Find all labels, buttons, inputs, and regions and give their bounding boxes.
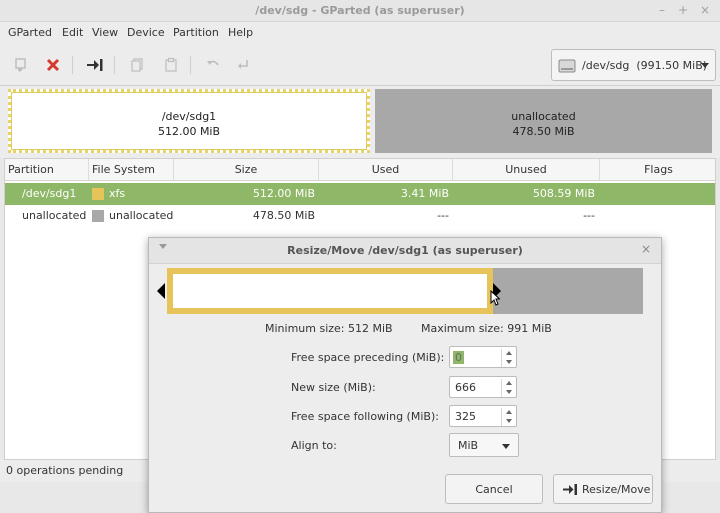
increment-icon[interactable] <box>504 349 514 358</box>
apply-icon[interactable] <box>232 54 254 76</box>
toolbar-separator <box>190 56 191 74</box>
fs-color-swatch <box>92 210 104 222</box>
delete-icon[interactable] <box>42 54 64 76</box>
graph-partition-sdg1[interactable]: /dev/sdg1 512.00 MiB <box>8 89 370 153</box>
status-text: 0 operations pending <box>6 464 124 477</box>
graph-unallocated-name: unallocated <box>511 110 576 123</box>
column-size[interactable]: Size <box>174 159 319 181</box>
spinner-divider <box>501 349 502 367</box>
spinner-divider <box>501 408 502 426</box>
align-to-value: MiB <box>458 439 479 452</box>
free-space-following-label: Free space following (MiB): <box>291 410 439 423</box>
minimum-size-label: Minimum size: 512 MiB <box>265 322 393 335</box>
table-row[interactable]: unallocated unallocated 478.50 MiB --- -… <box>5 205 715 227</box>
column-flags[interactable]: Flags <box>600 159 717 181</box>
new-size-label: New size (MiB): <box>291 381 376 394</box>
align-to-label: Align to: <box>291 439 337 452</box>
column-used[interactable]: Used <box>319 159 453 181</box>
device-selector[interactable]: /dev/sdg (991.50 MiB) <box>551 49 716 81</box>
menu-device[interactable]: Device <box>127 26 165 39</box>
menu-edit[interactable]: Edit <box>62 26 83 39</box>
menu-bar: GParted Edit View Device Partition Help <box>0 22 720 44</box>
resize-partition-block[interactable] <box>167 268 493 314</box>
decrement-icon[interactable] <box>504 417 514 426</box>
maximize-icon[interactable]: + <box>676 3 690 17</box>
new-size-value: 666 <box>455 381 476 394</box>
toolbar: /dev/sdg (991.50 MiB) <box>0 44 720 86</box>
dialog-title: Resize/Move /dev/sdg1 (as superuser) <box>287 244 523 257</box>
row-filesystem: unallocated <box>109 209 174 222</box>
spinner-divider <box>501 379 502 397</box>
free-space-following-value: 325 <box>455 410 476 423</box>
align-to-select[interactable]: MiB <box>449 433 519 457</box>
chevron-down-icon <box>502 444 510 449</box>
graph-partition-name: /dev/sdg1 <box>161 110 217 123</box>
resize-visual-bar[interactable] <box>157 268 643 314</box>
menu-partition[interactable]: Partition <box>173 26 219 39</box>
increment-icon[interactable] <box>504 408 514 417</box>
device-label: /dev/sdg (991.50 MiB) <box>582 59 708 72</box>
table-row[interactable]: /dev/sdg1 xfs 512.00 MiB 3.41 MiB 508.59… <box>5 183 715 205</box>
row-unused: --- <box>583 209 595 222</box>
resize-move-icon <box>563 484 577 495</box>
minimize-icon[interactable]: – <box>655 3 669 17</box>
graph-partition-size: 512.00 MiB <box>157 125 221 138</box>
new-partition-icon[interactable] <box>10 54 32 76</box>
resize-move-button[interactable]: Resize/Move <box>553 474 653 504</box>
column-unused[interactable]: Unused <box>453 159 600 181</box>
toolbar-separator <box>114 56 115 74</box>
partition-graph: /dev/sdg1 512.00 MiB unallocated 478.50 … <box>0 86 720 158</box>
free-space-preceding-value: 0 <box>453 351 464 364</box>
menu-gparted[interactable]: GParted <box>8 26 52 39</box>
copy-icon[interactable] <box>126 54 148 76</box>
row-size: 512.00 MiB <box>252 187 315 200</box>
disk-icon <box>558 59 576 73</box>
undo-icon[interactable] <box>202 54 224 76</box>
increment-icon[interactable] <box>504 379 514 388</box>
row-partition: unallocated <box>22 209 87 222</box>
row-filesystem: xfs <box>109 187 126 200</box>
graph-unallocated[interactable]: unallocated 478.50 MiB <box>375 89 712 153</box>
column-partition[interactable]: Partition <box>5 159 89 181</box>
toolbar-separator <box>72 56 73 74</box>
row-used: 3.41 MiB <box>400 187 449 200</box>
decrement-icon[interactable] <box>504 358 514 367</box>
table-header: Partition File System Size Used Unused F… <box>5 159 715 181</box>
resize-left-handle[interactable] <box>157 283 165 299</box>
row-used: --- <box>437 209 449 222</box>
fs-color-swatch <box>92 188 104 200</box>
dialog-titlebar: Resize/Move /dev/sdg1 (as superuser) × <box>149 238 661 264</box>
free-space-following-spinner[interactable]: 325 <box>449 405 517 427</box>
row-partition: /dev/sdg1 <box>22 187 77 200</box>
resize-partition-fill <box>173 274 487 308</box>
maximum-size-label: Maximum size: 991 MiB <box>421 322 552 335</box>
row-size: 478.50 MiB <box>252 209 315 222</box>
graph-unallocated-size: 478.50 MiB <box>512 125 575 138</box>
resize-move-dialog: Resize/Move /dev/sdg1 (as superuser) × M… <box>148 237 662 513</box>
free-space-preceding-label: Free space preceding (MiB): <box>291 351 445 364</box>
close-icon[interactable]: × <box>698 3 712 17</box>
window-titlebar: /dev/sdg - GParted (as superuser) – + × <box>0 0 720 22</box>
row-unused: 508.59 MiB <box>532 187 595 200</box>
cancel-button[interactable]: Cancel <box>445 474 543 504</box>
window-title: /dev/sdg - GParted (as superuser) <box>255 4 465 17</box>
menu-view[interactable]: View <box>92 26 118 39</box>
decrement-icon[interactable] <box>504 388 514 397</box>
mouse-cursor-icon <box>490 290 500 306</box>
resize-move-icon[interactable] <box>84 54 106 76</box>
paste-icon[interactable] <box>160 54 182 76</box>
menu-help[interactable]: Help <box>228 26 253 39</box>
chevron-down-icon <box>701 63 709 68</box>
column-filesystem[interactable]: File System <box>89 159 174 181</box>
free-space-preceding-spinner[interactable]: 0 <box>449 346 517 368</box>
close-icon[interactable]: × <box>641 242 651 256</box>
new-size-spinner[interactable]: 666 <box>449 376 517 398</box>
